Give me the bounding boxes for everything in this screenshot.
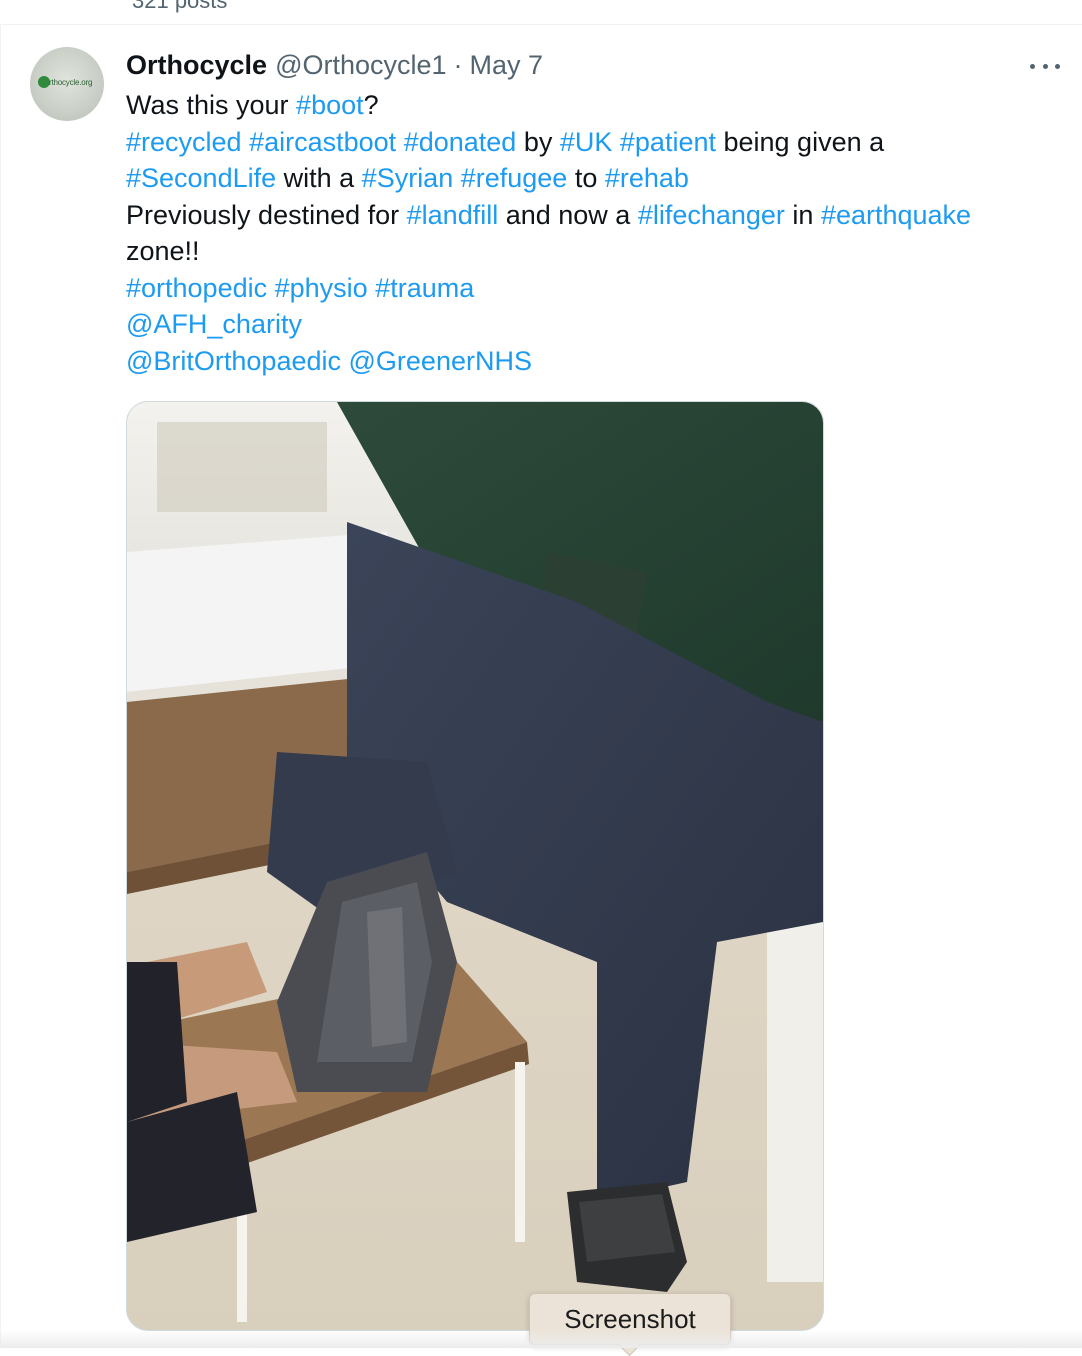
hashtag-link[interactable]: #physio — [275, 273, 368, 303]
tweet-text-segment — [453, 163, 461, 193]
tweet-text-segment: being given a — [715, 126, 885, 157]
tweet[interactable]: rthocycle.org Orthocycle @Orthocycle1 · … — [0, 25, 1082, 1348]
display-name[interactable]: Orthocycle — [126, 50, 267, 81]
tweet-text-segment: by — [516, 126, 560, 157]
hashtag-link[interactable]: #Syrian — [362, 163, 454, 193]
hashtag-link[interactable]: #UK — [560, 127, 613, 157]
tweet-text-segment — [242, 127, 250, 157]
tweet-text: Was this your #boot? #recycled #aircastbo… — [126, 87, 1046, 379]
avatar-logo-text: rthocycle.org — [49, 78, 93, 87]
hashtag-link[interactable]: #rehab — [605, 163, 689, 193]
tweet-text-line: #recycled #aircastboot #donated by #UK #… — [126, 124, 1046, 161]
tweet-date[interactable]: May 7 — [470, 50, 544, 81]
tweet-text-segment: in — [784, 199, 821, 230]
tweet-text-line: @AFH_charity — [126, 306, 1046, 343]
timeline-header-strip: 321 posts — [0, 0, 1082, 25]
tweet-text-segment — [341, 346, 349, 376]
mention-link[interactable]: @AFH_charity — [126, 309, 302, 339]
hashtag-link[interactable]: #patient — [620, 127, 716, 157]
hashtag-link[interactable]: #landfill — [407, 200, 499, 230]
tweet-photo[interactable] — [126, 401, 824, 1331]
hashtag-link[interactable]: #recycled — [126, 127, 242, 157]
tweet-text-line: Was this your #boot? — [126, 87, 1046, 124]
tweet-text-segment: with a — [276, 163, 362, 193]
tweet-header: Orthocycle @Orthocycle1 · May 7 — [126, 47, 543, 83]
tweet-text-segment: ? — [363, 90, 379, 120]
avatar[interactable]: rthocycle.org — [30, 47, 104, 121]
hashtag-link[interactable]: #earthquake — [821, 200, 971, 230]
tweet-text-segment: Previously destined for — [126, 199, 407, 230]
tweet-text-segment — [612, 127, 620, 157]
tweet-text-segment — [396, 127, 404, 157]
tweet-text-line: #orthopedic #physio #trauma — [126, 270, 1046, 307]
hashtag-link[interactable]: #orthopedic — [126, 273, 267, 303]
mention-link[interactable]: @GreenerNHS — [349, 346, 532, 376]
tweet-text-line: zone!! — [126, 233, 1046, 270]
hashtag-link[interactable]: #boot — [296, 90, 364, 120]
user-handle[interactable]: @Orthocycle1 — [275, 50, 446, 81]
tweet-text-line: #SecondLife with a #Syrian #refugee to #… — [126, 160, 1046, 197]
hashtag-link[interactable]: #aircastboot — [249, 127, 396, 157]
tweet-text-segment: Was this your — [126, 90, 297, 120]
posts-count: 321 posts — [132, 0, 228, 13]
ellipsis-icon[interactable] — [1030, 59, 1060, 73]
hashtag-link[interactable]: #lifechanger — [638, 200, 785, 230]
tweet-text-segment — [267, 273, 275, 303]
tweet-text-segment: to — [567, 163, 605, 193]
mention-link[interactable]: @BritOrthopaedic — [126, 346, 341, 376]
bottom-edge — [0, 1330, 1082, 1348]
tweet-text-line: @BritOrthopaedic @GreenerNHS — [126, 343, 1046, 380]
hashtag-link[interactable]: #SecondLife — [126, 163, 276, 193]
header-separator: · — [453, 49, 463, 80]
tweet-text-segment: and now a — [498, 199, 638, 230]
hashtag-link[interactable]: #refugee — [461, 163, 568, 193]
hashtag-link[interactable]: #donated — [404, 127, 517, 157]
photo-image — [127, 402, 823, 1330]
hashtag-link[interactable]: #trauma — [375, 273, 474, 303]
tweet-text-segment: zone!! — [126, 236, 200, 266]
tweet-text-line: Previously destined for #landfill and no… — [126, 197, 1046, 234]
